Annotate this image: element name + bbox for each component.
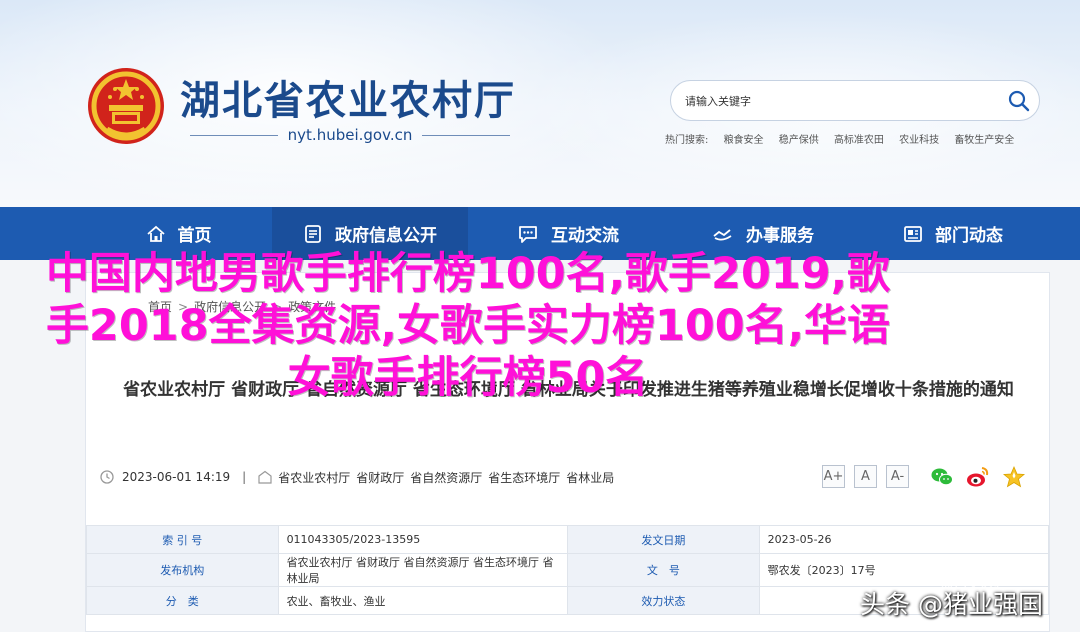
meta-separator: | — [242, 470, 247, 484]
table-label: 发布机构 — [86, 553, 279, 587]
table-label: 分 类 — [86, 586, 279, 615]
table-label: 发文日期 — [567, 525, 760, 554]
table-label: 效力状态 — [567, 586, 760, 615]
service-icon — [713, 228, 732, 240]
divider-line — [190, 134, 278, 136]
hot-search-term[interactable]: 稳产保供 — [779, 135, 819, 146]
nav-item-label: 部门动态 — [935, 226, 1003, 246]
font-normal-button[interactable]: A — [854, 465, 877, 488]
agency-name: 省林业局 — [566, 470, 615, 485]
table-row: 发布机构 省农业农村厅 省财政厅 省自然资源厅 省生态环境厅 省林业局 文 号 … — [86, 553, 1050, 587]
table-value: 省农业农村厅 省财政厅 省自然资源厅 省生态环境厅 省林业局 — [277, 553, 569, 587]
breadcrumb-item[interactable]: 首页 — [148, 300, 172, 314]
national-emblem-icon — [88, 68, 164, 144]
nav-item-home[interactable]: 首页 — [85, 207, 272, 260]
site-domain: nyt.hubei.gov.cn — [180, 125, 520, 145]
nav-item-gov-info[interactable]: 政府信息公开 — [272, 207, 468, 260]
watermark: 头条 @猪业强国 — [860, 590, 1043, 619]
font-larger-button[interactable]: A+ — [822, 465, 845, 488]
table-label: 索 引 号 — [86, 525, 279, 554]
building-icon — [258, 470, 272, 484]
search-box — [670, 80, 1040, 121]
agency-name: 省生态环境厅 — [488, 470, 561, 485]
document-icon — [305, 224, 321, 243]
chat-icon — [519, 225, 537, 243]
table-value: 鄂农发〔2023〕17号 — [758, 553, 1050, 587]
breadcrumb-item[interactable]: 政府信息公开 — [194, 300, 266, 314]
nav-item-label: 互动交流 — [551, 226, 619, 246]
article-panel: 省农业农村厅 省财政厅 省自然资源厅 省生态环境厅 省林业局关于印发推进生猪等养… — [85, 272, 1050, 632]
table-value: 农业、畜牧业、渔业 — [277, 586, 569, 615]
font-size-controls: A+ A A- — [822, 465, 918, 488]
table-value: 2023-05-26 — [758, 525, 1050, 554]
breadcrumb-separator: > — [272, 300, 283, 314]
nav-item-label: 首页 — [177, 226, 212, 246]
site-domain-text: nyt.hubei.gov.cn — [287, 126, 413, 144]
hot-search-term[interactable]: 农业科技 — [899, 135, 939, 146]
wechat-icon[interactable] — [930, 465, 954, 489]
table-value: 011043305/2023-13595 — [277, 525, 569, 554]
home-icon — [146, 225, 165, 242]
hot-search-label: 热门搜索: — [665, 135, 709, 146]
hot-search-term[interactable]: 粮食安全 — [724, 135, 764, 146]
share-controls — [930, 465, 1038, 489]
hot-search-term[interactable]: 高标准农田 — [834, 135, 884, 146]
agency-name: 省财政厅 — [356, 470, 405, 485]
search-icon[interactable] — [1007, 89, 1031, 113]
nav-item-label: 办事服务 — [746, 226, 814, 246]
nav-item-news[interactable]: 部门动态 — [858, 207, 1048, 260]
agency-name: 省农业农村厅 — [278, 470, 351, 485]
table-row: 索 引 号 011043305/2023-13595 发文日期 2023-05-… — [86, 525, 1050, 554]
nav-item-services[interactable]: 办事服务 — [668, 207, 858, 260]
weibo-icon[interactable] — [966, 465, 990, 489]
nav-item-label: 政府信息公开 — [335, 226, 437, 246]
star-icon[interactable] — [1002, 465, 1026, 489]
breadcrumb-separator: > — [178, 300, 189, 314]
font-smaller-button[interactable]: A- — [886, 465, 909, 488]
hot-search-term[interactable]: 畜牧生产安全 — [954, 135, 1014, 146]
divider-line — [422, 134, 511, 136]
breadcrumb-item[interactable]: 政策文件 — [288, 300, 336, 314]
site-title[interactable]: 湖北省农业农村厅 — [180, 68, 516, 126]
table-label: 文 号 — [567, 553, 760, 587]
hot-search: 热门搜索: 粮食安全 稳产保供 高标准农田 农业科技 畜牧生产安全 — [665, 131, 1026, 146]
nav-item-interaction[interactable]: 互动交流 — [468, 207, 668, 260]
agency-name: 省自然资源厅 — [410, 470, 483, 485]
clock-icon — [100, 470, 114, 484]
site-header: 湖北省农业农村厅 nyt.hubei.gov.cn 热门搜索: 粮食安全 稳产保… — [0, 0, 1080, 207]
breadcrumb: 首页 > 政府信息公开 > 政策文件 — [148, 298, 336, 315]
article-datetime: 2023-06-01 14:19 — [122, 470, 231, 484]
news-icon — [904, 225, 922, 242]
main-nav: 首页 政府信息公开 互动交流 办事服务 部门动态 — [0, 207, 1080, 260]
article-title: 省农业农村厅 省财政厅 省自然资源厅 省生态环境厅 省林业局关于印发推进生猪等养… — [123, 380, 1014, 400]
search-input[interactable] — [685, 91, 985, 111]
